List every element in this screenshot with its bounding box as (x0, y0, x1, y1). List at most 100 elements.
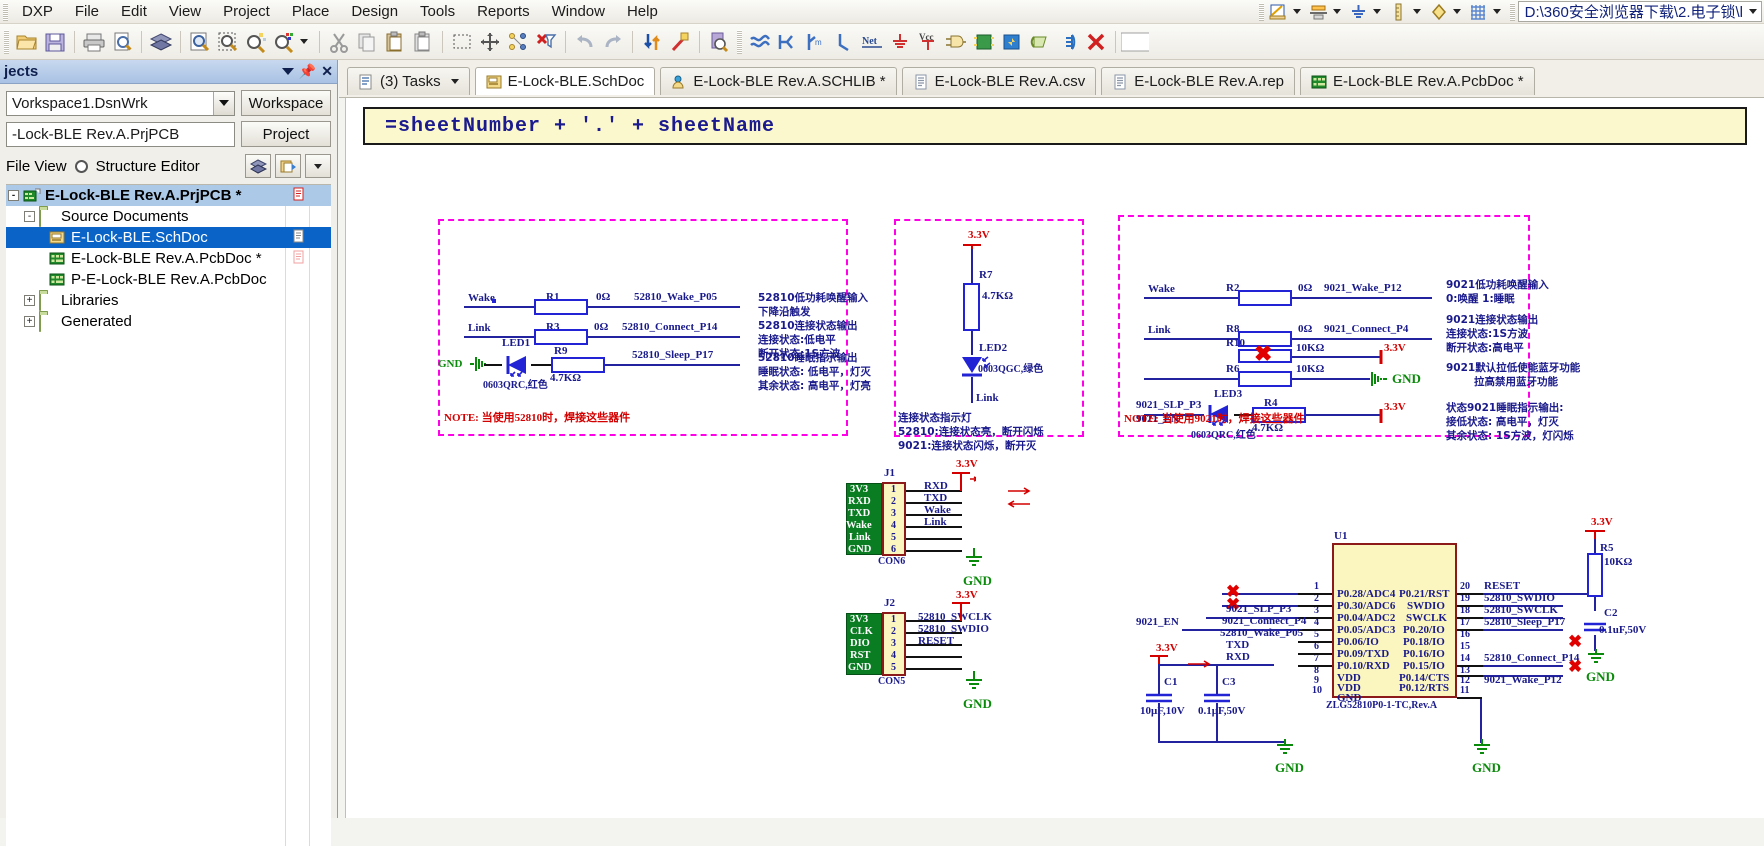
menubar-grip[interactable] (3, 2, 8, 21)
panel-options-chevron-down-icon[interactable] (305, 154, 331, 178)
port-icon[interactable] (1026, 28, 1054, 56)
zoom-selected-icon[interactable] (270, 28, 298, 56)
path-grip[interactable] (1509, 2, 1515, 21)
paste-icon[interactable] (381, 28, 409, 56)
chevron-down-icon-4[interactable] (1412, 9, 1421, 14)
vcc-power-icon[interactable]: Vcc (914, 28, 942, 56)
undo-icon[interactable] (571, 28, 599, 56)
menu-view[interactable]: View (158, 1, 212, 22)
part-icon[interactable] (942, 28, 970, 56)
combo-placeholder-1[interactable] (1121, 28, 1149, 56)
move-icon[interactable] (476, 28, 504, 56)
net-label-icon[interactable]: Net (858, 28, 886, 56)
delete-icon[interactable] (1082, 28, 1110, 56)
browse-component-icon[interactable] (705, 28, 733, 56)
copy-icon[interactable] (353, 28, 381, 56)
tab-pcbdoc[interactable]: E-Lock-BLE Rev.A.PcbDoc * (1300, 67, 1535, 95)
wand-icon[interactable] (666, 28, 694, 56)
menu-tools[interactable]: Tools (409, 1, 466, 22)
chevron-down-icon-2[interactable] (1332, 9, 1341, 14)
chevron-down-icon-3[interactable] (1372, 9, 1381, 14)
toolbar-grip-1[interactable] (4, 29, 9, 54)
sheet-symbol-icon[interactable] (970, 28, 998, 56)
tab-schdoc[interactable]: E-Lock-BLE.SchDoc (474, 67, 656, 95)
gnd-icon[interactable] (1348, 2, 1370, 22)
tree-item-generated[interactable]: + Generated (6, 311, 331, 332)
clear-filter-icon[interactable] (532, 28, 560, 56)
paste-special-icon[interactable] (409, 28, 437, 56)
ruler-icon[interactable] (1388, 2, 1410, 22)
menu-window[interactable]: Window (541, 1, 616, 22)
zoom-chevron-down-icon[interactable] (300, 39, 308, 44)
structure-editor-label[interactable]: Structure Editor (96, 158, 200, 175)
tree-expander-libraries[interactable]: + (24, 295, 35, 306)
updown-icon[interactable] (638, 28, 666, 56)
panel-menu-chevron-down-icon[interactable] (281, 68, 294, 75)
grid-icon[interactable] (1468, 2, 1490, 22)
zoom-in-icon[interactable] (242, 28, 270, 56)
cut-icon[interactable] (325, 28, 353, 56)
toolbar-grip-2[interactable] (737, 29, 742, 54)
open-file-icon[interactable] (13, 28, 41, 56)
path-chevron-down-icon[interactable] (1749, 9, 1757, 14)
document-path-field[interactable]: D:\360安全浏览器下载\2.电子锁\l (1517, 1, 1762, 22)
board-icon[interactable] (147, 28, 175, 56)
tree-item-schdoc[interactable]: E-Lock-BLE.SchDoc (6, 227, 331, 248)
tab-csv[interactable]: E-Lock-BLE Rev.A.csv (901, 67, 1097, 95)
tree-expander-source-documents[interactable]: - (24, 211, 35, 222)
tree-item-source-documents[interactable]: - Source Documents (6, 206, 331, 227)
tree-item-project[interactable]: - E-Lock-BLE Rev.A.PrjPCB * (6, 185, 331, 206)
menu-design[interactable]: Design (340, 1, 409, 22)
redo-icon[interactable] (599, 28, 627, 56)
tree-expander-generated[interactable]: + (24, 316, 35, 327)
bus-icon[interactable] (774, 28, 802, 56)
structure-editor-radio[interactable] (74, 159, 88, 173)
menu-file[interactable]: File (64, 1, 110, 22)
workspace-chevron-down-icon[interactable] (213, 91, 234, 115)
zoom-fit-icon[interactable] (186, 28, 214, 56)
pcb-view-button[interactable] (245, 154, 271, 178)
workspace-select[interactable]: Vorkspace1.DsnWrk (6, 90, 235, 116)
menu-edit[interactable]: Edit (110, 1, 158, 22)
chevron-down-icon-6[interactable] (1492, 9, 1501, 14)
menu-dxp[interactable]: DXP (11, 1, 64, 22)
menu-help[interactable]: Help (616, 1, 669, 22)
chevron-down-icon-5[interactable] (1452, 9, 1461, 14)
close-icon[interactable]: ✕ (321, 63, 333, 80)
wire-icon[interactable] (746, 28, 774, 56)
project-button[interactable]: Project (241, 121, 331, 147)
gnd-power-icon[interactable] (886, 28, 914, 56)
workspace-button[interactable]: Workspace (241, 90, 331, 116)
tab-schlib[interactable]: E-Lock-BLE Rev.A.SCHLIB * (660, 67, 897, 95)
tree-item-pcbdoc[interactable]: E-Lock-BLE Rev.A.PcbDoc * (6, 248, 331, 269)
bus-entry-icon[interactable]: m (802, 28, 830, 56)
file-view-label[interactable]: File View (6, 158, 67, 175)
tree-item-pcbdoc-2[interactable]: P-E-Lock-BLE Rev.A.PcbDoc (6, 269, 331, 290)
select-area-icon[interactable] (448, 28, 476, 56)
menu-place[interactable]: Place (281, 1, 341, 22)
sheet-entry-icon[interactable] (998, 28, 1026, 56)
line-icon[interactable] (830, 28, 858, 56)
menu-project[interactable]: Project (212, 1, 281, 22)
menubar-right-grip[interactable] (1258, 2, 1264, 21)
zoom-area-icon[interactable] (214, 28, 242, 56)
sch-edit-icon[interactable] (1268, 2, 1290, 22)
align-icon[interactable] (504, 28, 532, 56)
tab-tasks[interactable]: (3) Tasks (347, 67, 470, 95)
save-icon[interactable] (41, 28, 69, 56)
tab-tasks-chevron-down-icon[interactable] (450, 79, 459, 84)
chevron-down-icon-1[interactable] (1292, 9, 1301, 14)
no-erc-icon[interactable] (1054, 28, 1082, 56)
tree-item-libraries[interactable]: + Libraries (6, 290, 331, 311)
alignment-icon[interactable] (1308, 2, 1330, 22)
print-icon[interactable] (80, 28, 108, 56)
project-select[interactable]: -Lock-BLE Rev.A.PrjPCB (6, 121, 235, 147)
tree-expander-project[interactable]: - (8, 190, 19, 201)
schematic-canvas[interactable]: =sheetNumber + '.' + sheetName Wake R1 0… (345, 98, 1764, 818)
menu-reports[interactable]: Reports (466, 1, 541, 22)
pin-icon[interactable]: 📌 (299, 63, 316, 80)
print-preview-icon[interactable] (108, 28, 136, 56)
hex-icon[interactable] (1428, 2, 1450, 22)
tab-rep[interactable]: E-Lock-BLE Rev.A.rep (1101, 67, 1295, 95)
open-document-button[interactable] (275, 154, 301, 178)
